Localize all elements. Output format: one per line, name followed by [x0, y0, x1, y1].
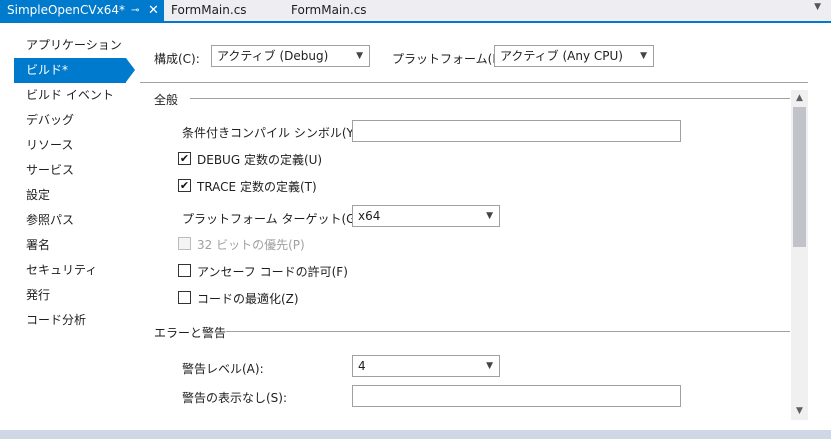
section-title-general: 全般	[154, 93, 179, 107]
allow-unsafe-checkbox[interactable]	[178, 264, 191, 277]
conditional-symbols-label: 条件付きコンパイル シンボル(Y):	[182, 126, 363, 140]
debug-const-label[interactable]: DEBUG 定数の定義(U)	[197, 151, 322, 168]
nav-item-signing[interactable]: 署名	[14, 233, 126, 258]
scroll-up-icon[interactable]: ▲	[791, 90, 808, 107]
pin-icon[interactable]: ⊸	[131, 0, 139, 21]
tab-simpleopencvx64[interactable]: SimpleOpenCVx64* ⊸ ✕	[0, 0, 164, 21]
section-title-errors-warnings: エラーと警告	[154, 326, 227, 340]
header-divider	[140, 82, 808, 83]
tab-formmain-cs-1[interactable]: FormMain.cs	[171, 0, 247, 21]
tab-label: FormMain.cs	[291, 3, 367, 17]
nav-item-reference-paths[interactable]: 参照パス	[14, 208, 126, 233]
check-mark-icon: ✔	[179, 152, 190, 165]
chevron-down-icon: ▼	[640, 51, 647, 61]
configuration-value: アクティブ (Debug)	[217, 49, 329, 63]
nav-item-debug[interactable]: デバッグ	[14, 108, 126, 133]
conditional-symbols-input[interactable]	[352, 120, 681, 142]
vertical-scrollbar[interactable]: ▲ ▼	[791, 90, 808, 420]
optimize-code-label[interactable]: コードの最適化(Z)	[197, 290, 299, 307]
platform-target-select[interactable]: x64 ▼	[352, 205, 500, 227]
trace-const-checkbox[interactable]: ✔	[178, 179, 191, 192]
nav-item-resources[interactable]: リソース	[14, 133, 126, 158]
allow-unsafe-label[interactable]: アンセーフ コードの許可(F)	[197, 263, 348, 280]
nav-item-build[interactable]: ビルド*	[14, 58, 135, 83]
debug-const-checkbox[interactable]: ✔	[178, 152, 191, 165]
nav-item-code-analysis[interactable]: コード分析	[14, 308, 126, 333]
scrollbar-thumb[interactable]	[793, 107, 806, 247]
section-divider-errors	[226, 331, 790, 332]
optimize-code-checkbox[interactable]	[178, 291, 191, 304]
nav-item-settings[interactable]: 設定	[14, 183, 126, 208]
section-divider-general	[190, 98, 790, 99]
tab-formmain-cs-2[interactable]: FormMain.cs	[291, 0, 367, 21]
tab-label: FormMain.cs	[171, 3, 247, 17]
prefer-32bit-checkbox	[178, 237, 191, 250]
property-pages-nav: アプリケーション ビルド* ビルド イベント デバッグ リソース サービス 設定…	[0, 23, 140, 430]
nav-item-application[interactable]: アプリケーション	[14, 33, 126, 58]
scroll-down-icon[interactable]: ▼	[791, 403, 808, 420]
configuration-label: 構成(C):	[154, 52, 200, 66]
tab-label: SimpleOpenCVx64*	[7, 3, 125, 17]
close-icon[interactable]: ✕	[148, 0, 159, 21]
bottom-border	[0, 430, 831, 439]
suppress-warnings-input[interactable]	[352, 385, 681, 407]
check-mark-icon: ✔	[179, 179, 190, 192]
chevron-down-icon[interactable]: ▼	[814, 2, 821, 12]
nav-item-publish[interactable]: 発行	[14, 283, 126, 308]
platform-target-label: プラットフォーム ターゲット(G):	[182, 212, 365, 226]
project-properties-panel: アプリケーション ビルド* ビルド イベント デバッグ リソース サービス 設定…	[0, 23, 831, 430]
nav-item-build-events[interactable]: ビルド イベント	[14, 83, 126, 108]
nav-item-services[interactable]: サービス	[14, 158, 126, 183]
platform-target-value: x64	[358, 209, 381, 223]
warning-level-select[interactable]: 4 ▼	[352, 355, 500, 377]
warning-level-value: 4	[358, 359, 366, 373]
chevron-down-icon: ▼	[486, 211, 493, 221]
platform-select[interactable]: アクティブ (Any CPU) ▼	[494, 45, 654, 67]
platform-value: アクティブ (Any CPU)	[500, 49, 623, 63]
configuration-select[interactable]: アクティブ (Debug) ▼	[211, 45, 370, 67]
suppress-warnings-label: 警告の表示なし(S):	[182, 391, 288, 405]
chevron-down-icon: ▼	[486, 361, 493, 371]
warning-level-label: 警告レベル(A):	[182, 362, 264, 376]
prefer-32bit-label: 32 ビットの優先(P)	[197, 238, 305, 252]
trace-const-label[interactable]: TRACE 定数の定義(T)	[197, 178, 317, 195]
document-tab-bar: SimpleOpenCVx64* ⊸ ✕ FormMain.cs FormMai…	[0, 0, 831, 23]
nav-item-security[interactable]: セキュリティ	[14, 258, 126, 283]
chevron-down-icon: ▼	[356, 51, 363, 61]
